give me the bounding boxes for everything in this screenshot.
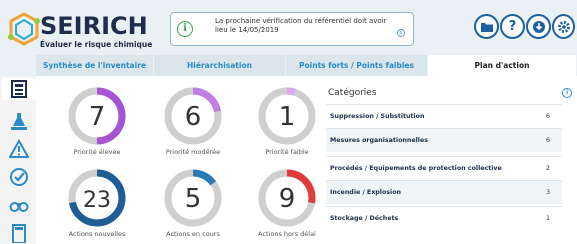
info-icon: i — [177, 21, 193, 37]
tab-bar: Synthèse de l'inventaire Hiérarchisation… — [36, 55, 577, 76]
gauge-label: Actions hors délai — [258, 230, 316, 238]
gauge-label: Actions en cours — [166, 230, 220, 238]
warning-icon — [9, 139, 29, 158]
gauge-actions-hors-delai[interactable]: 9 Actions hors délai — [256, 168, 318, 238]
settings-button[interactable] — [552, 14, 575, 39]
gauge-ring: 23 — [68, 169, 126, 227]
category-row[interactable]: Stockage / Déchets 1 — [326, 206, 562, 230]
tab-hierarchisation[interactable]: Hiérarchisation — [154, 55, 286, 76]
flask-hand-icon — [11, 113, 27, 130]
category-name: Procédés / Equipements de protection col… — [330, 165, 502, 172]
app-header: SEIRICH Évaluer le risque chimique i La … — [0, 0, 577, 55]
sidebar-item-calculator[interactable] — [8, 222, 30, 244]
notebook-icon — [11, 80, 27, 98]
sidebar-item-observe[interactable] — [8, 194, 30, 216]
calculator-icon — [12, 224, 26, 243]
category-name: Stockage / Déchets — [330, 215, 399, 222]
category-row[interactable]: Incendie / Explosion 3 — [326, 180, 562, 204]
sidebar-item-risks[interactable] — [8, 138, 30, 160]
gauge-value: 5 — [185, 184, 202, 214]
gauge-label: Priorité élevée — [73, 148, 121, 156]
gauge-ring: 6 — [164, 87, 222, 145]
category-name: Mesures organisationnelles — [330, 137, 428, 144]
help-button[interactable]: ? — [500, 14, 525, 39]
gauge-ring: 5 — [164, 169, 222, 227]
gauge-priorite-faible[interactable]: 1 Priorité faible — [256, 86, 318, 156]
settings-icon — [557, 21, 570, 33]
gauge-actions-en-cours[interactable]: 5 Actions en cours — [162, 168, 224, 238]
info-icon[interactable]: i — [562, 88, 572, 98]
sidebar — [0, 76, 36, 244]
sidebar-item-checks[interactable] — [8, 166, 30, 188]
notice-text: La prochaine vérification du référentiel… — [215, 17, 387, 34]
app-logo: SEIRICH Évaluer le risque chimique — [4, 8, 154, 52]
molecule-logo-icon — [8, 12, 40, 46]
gauge-ring: 7 — [68, 87, 126, 145]
category-name: Suppression / Substitution — [330, 113, 425, 120]
check-circle-icon — [10, 168, 28, 186]
close-icon[interactable]: × — [397, 29, 405, 37]
category-row[interactable]: Suppression / Substitution 6 — [326, 104, 562, 128]
gauge-actions-nouvelles[interactable]: 23 Actions nouvelles — [66, 168, 128, 238]
binoculars-icon — [9, 202, 29, 212]
app-name: SEIRICH — [40, 12, 148, 40]
sidebar-item-notebook[interactable] — [2, 78, 36, 100]
gauge-value: 23 — [83, 188, 111, 213]
category-count: 6 — [545, 113, 550, 120]
notice-banner: i La prochaine vérification du référenti… — [170, 12, 414, 46]
gauge-priorite-moderee[interactable]: 6 Priorité modérée — [162, 86, 224, 156]
folder-icon — [480, 23, 493, 32]
gauge-priorite-elevee[interactable]: 7 Priorité élevée — [66, 86, 128, 156]
app-tagline: Évaluer le risque chimique — [40, 40, 153, 49]
download-icon — [532, 21, 545, 33]
category-count: 2 — [545, 165, 550, 172]
category-count: 1 — [545, 215, 550, 222]
gauge-value: 1 — [279, 102, 296, 132]
gauge-label: Actions nouvelles — [68, 230, 126, 238]
category-count: 3 — [545, 189, 550, 196]
open-folder-button[interactable] — [474, 14, 499, 39]
tab-points-forts[interactable]: Points forts / Points faibles — [286, 55, 428, 76]
categories-title: Catégories — [328, 88, 377, 98]
gauge-ring: 9 — [258, 169, 316, 227]
tab-plan-action[interactable]: Plan d'action — [428, 55, 577, 76]
tab-synthese[interactable]: Synthèse de l'inventaire — [36, 55, 154, 76]
gauge-label: Priorité modérée — [165, 148, 221, 156]
gauge-value: 7 — [89, 102, 106, 132]
main-content: 7 Priorité élevée 6 Priorité modérée 1 Priori… — [36, 76, 577, 244]
gauge-value: 6 — [185, 102, 202, 132]
gauge-ring: 1 — [258, 87, 316, 145]
categories-panel: Catégories i Suppression / Substitution … — [326, 84, 576, 244]
sidebar-item-products[interactable] — [8, 110, 30, 132]
download-button[interactable] — [526, 14, 551, 39]
category-count: 6 — [545, 137, 550, 144]
gauge-label: Priorité faible — [265, 148, 309, 156]
help-icon: ? — [508, 19, 517, 34]
gauge-value: 9 — [279, 184, 296, 214]
category-name: Incendie / Explosion — [330, 189, 402, 196]
category-row[interactable]: Procédés / Equipements de protection col… — [326, 156, 562, 180]
category-row[interactable]: Mesures organisationnelles 6 — [326, 128, 562, 152]
